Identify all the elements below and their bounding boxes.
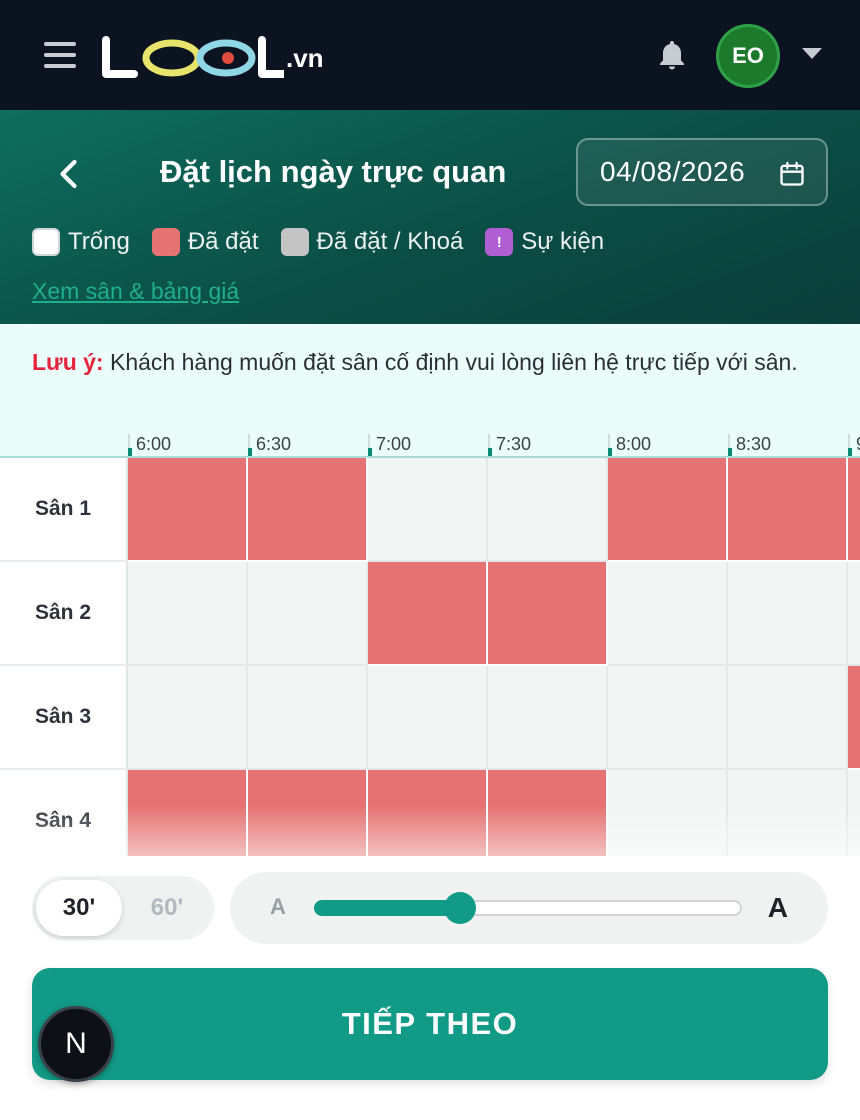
slot-booked [728, 458, 848, 562]
font-size-slider: A A [230, 872, 828, 944]
slot-free[interactable] [848, 562, 860, 666]
notice: Lưu ý: Khách hàng muốn đặt sân cố định v… [0, 324, 860, 430]
view-courts-pricing-link[interactable]: Xem sân & bảng giá [32, 278, 239, 305]
slot-booked [608, 458, 728, 562]
font-small-label: A [270, 894, 286, 919]
slot-free[interactable] [248, 666, 368, 770]
legend: Trống Đã đặt Đã đặt / Khoá! Sự kiện [32, 228, 626, 256]
top-bar: .vn EO [0, 0, 860, 110]
schedule-grid: Sân 1 Sân 2 Sân 3 Sân 4 [0, 458, 860, 856]
slot-free[interactable] [248, 562, 368, 666]
slot-free[interactable] [608, 770, 728, 856]
legend-item: Đã đặt / Khoá [280, 228, 464, 256]
chevron-down-icon[interactable] [802, 48, 822, 59]
slot-booked [488, 562, 608, 666]
menu-icon[interactable] [44, 42, 76, 68]
duration-30-button[interactable]: 30' [36, 880, 122, 936]
time-label: 8:00 [608, 434, 651, 456]
legend-label: Trống [68, 228, 130, 255]
n-badge[interactable]: N [38, 1006, 114, 1082]
font-large-label: A [767, 892, 788, 923]
date-picker[interactable]: 04/08/2026 [576, 138, 828, 206]
avatar[interactable]: EO [716, 24, 780, 88]
slot-free[interactable] [488, 666, 608, 770]
slot-free[interactable] [368, 666, 488, 770]
legend-swatch [32, 228, 60, 256]
time-label: 6:00 [128, 434, 171, 456]
page-title: Đặt lịch ngày trực quan [160, 154, 507, 189]
court-row: Sân 1 [0, 458, 860, 562]
slot-booked [848, 458, 860, 562]
slot-booked [128, 458, 248, 562]
legend-item: Trống [32, 228, 130, 256]
legend-swatch [280, 228, 309, 256]
duration-60-button[interactable]: 60' [124, 880, 210, 936]
logo[interactable]: .vn [102, 32, 324, 80]
time-label: 8:30 [728, 434, 771, 456]
court-row: Sân 3 [0, 666, 860, 770]
notice-text: Khách hàng muốn đặt sân cố định vui lòng… [103, 349, 798, 375]
court-label: Sân 2 [0, 562, 128, 666]
slot-booked [368, 770, 488, 856]
legend-label: Đã đặt / Khoá [316, 228, 464, 255]
slot-booked [368, 562, 488, 666]
legend-swatch: ! [485, 228, 514, 256]
slot-free[interactable] [128, 666, 248, 770]
legend-item: ! Sự kiện [485, 228, 604, 256]
slot-free[interactable] [848, 770, 860, 856]
court-row: Sân 2 [0, 562, 860, 666]
court-label: Sân 3 [0, 666, 128, 770]
date-value: 04/08/2026 [600, 156, 746, 187]
slot-free[interactable] [728, 666, 848, 770]
duration-toggle: 30' 60' [32, 876, 214, 940]
slot-free[interactable] [608, 562, 728, 666]
legend-swatch [151, 228, 180, 256]
court-row: Sân 4 [0, 770, 860, 856]
legend-label: Sự kiện [521, 228, 605, 255]
time-axis: 6:00 6:30 7:00 7:30 8:00 8:30 9:00 [0, 424, 860, 458]
slider-fill [314, 900, 460, 916]
notice-label: Lưu ý: [32, 349, 104, 375]
bell-icon[interactable] [654, 38, 690, 74]
time-label: 7:00 [368, 434, 411, 456]
slot-booked [128, 770, 248, 856]
time-label: 7:30 [488, 434, 531, 456]
slot-free[interactable] [488, 458, 608, 562]
court-label: Sân 1 [0, 458, 128, 562]
slot-free[interactable] [728, 562, 848, 666]
time-label: 9:00 [848, 434, 860, 456]
slot-booked [848, 666, 860, 770]
slider-thumb[interactable] [443, 892, 476, 924]
court-label: Sân 4 [0, 770, 128, 856]
next-button[interactable]: TIẾP THEO [32, 968, 828, 1080]
header: Đặt lịch ngày trực quan 04/08/2026 Trống… [0, 110, 860, 324]
bottom-panel: 30' 60' A A TIẾP THEO [0, 856, 860, 1120]
slot-booked [248, 770, 368, 856]
slot-free[interactable] [608, 666, 728, 770]
legend-item: Đã đặt [151, 228, 259, 256]
logo-suffix: .vn [286, 43, 324, 73]
slot-booked [488, 770, 608, 856]
time-label: 6:30 [248, 434, 291, 456]
slot-free[interactable] [728, 770, 848, 856]
back-icon[interactable] [52, 156, 88, 192]
legend-label: Đã đặt [187, 228, 259, 255]
slot-free[interactable] [128, 562, 248, 666]
slot-booked [248, 458, 368, 562]
slot-free[interactable] [368, 458, 488, 562]
calendar-icon [778, 160, 806, 188]
